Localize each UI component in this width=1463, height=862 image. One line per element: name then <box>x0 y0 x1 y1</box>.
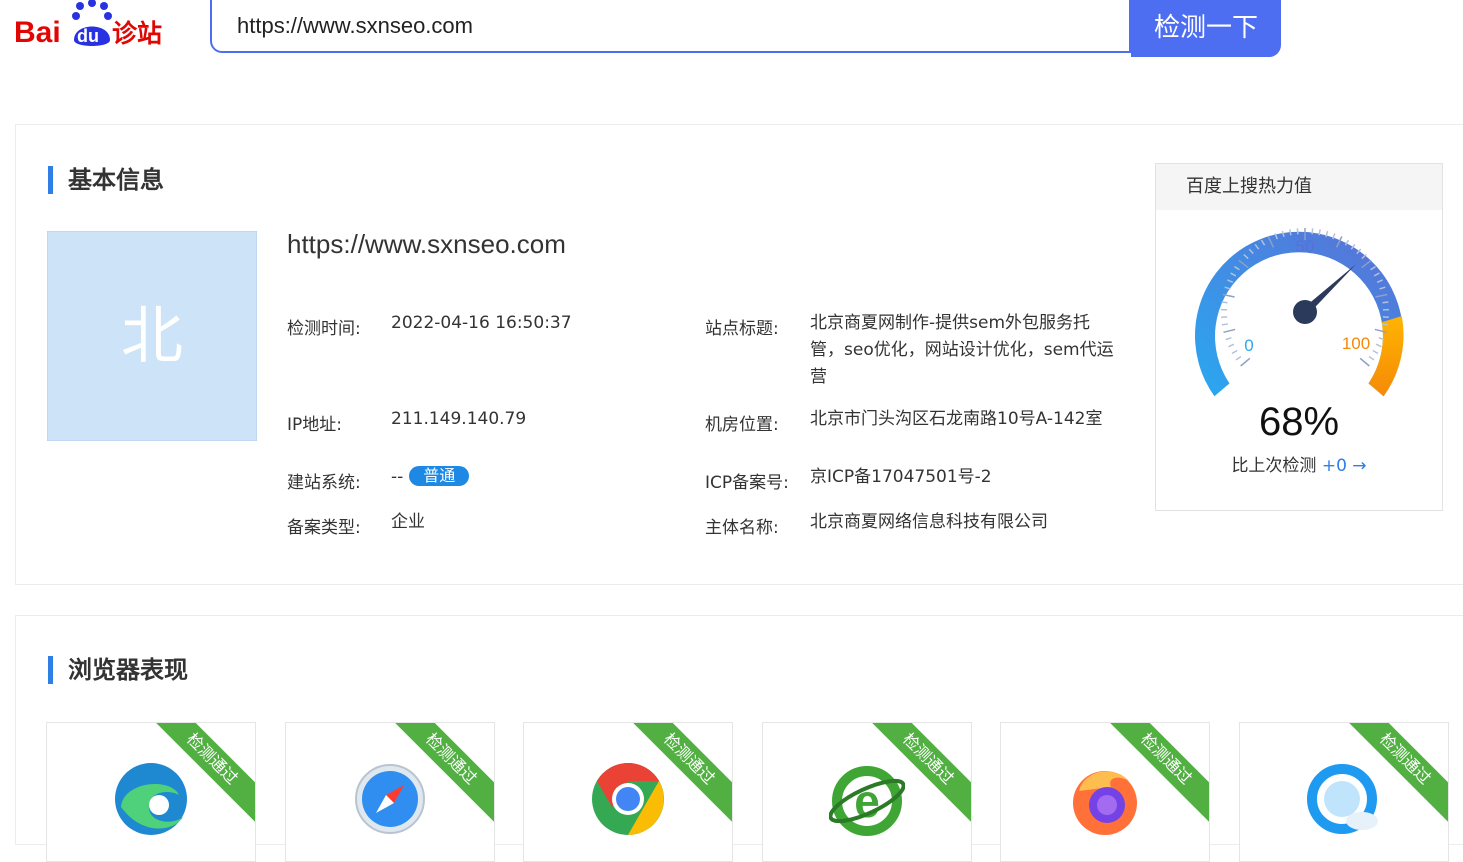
owner-label: 主体名称: <box>705 513 779 538</box>
edge-icon <box>113 761 189 837</box>
gauge-tick-mark <box>1376 344 1381 346</box>
gauge-tick-mark <box>1369 357 1374 360</box>
site-title-label: 站点标题: <box>705 314 779 339</box>
svg-text:诊站: 诊站 <box>112 19 162 48</box>
svg-text:Bai: Bai <box>14 16 61 49</box>
gauge-tick-mark <box>1382 324 1388 325</box>
gauge-title: 百度上搜热力值 <box>1156 164 1442 210</box>
gauge-tick-mark <box>1382 302 1388 303</box>
site-title-value: 北京商夏网制作-提供sem外包服务托管，seo优化，网站设计优化，sem代运营 <box>810 310 1115 391</box>
check-button[interactable]: 检测一下 <box>1131 0 1281 57</box>
gauge-tick-mark <box>1222 324 1228 325</box>
browser-card-ie[interactable]: 检测通过 e <box>762 722 972 862</box>
cms-label: 建站系统: <box>287 468 361 493</box>
heat-gauge-card: 百度上搜热力值 50 0 100 68% 比上次检测 <box>1155 163 1443 511</box>
gauge-tick-mark <box>1290 229 1291 235</box>
location-label: 机房位置: <box>705 410 779 435</box>
check-time-label: 检测时间: <box>287 314 361 339</box>
search-bar: 检测一下 <box>210 0 1281 57</box>
cms-badge: 普通 <box>409 466 469 486</box>
gauge-tick-mark <box>1232 351 1237 354</box>
gauge-tick-50: 50 <box>1296 237 1315 256</box>
gauge-tick-mark <box>1241 358 1250 366</box>
gauge-tick-mark <box>1319 229 1320 235</box>
gauge-tick-mark <box>1360 358 1369 366</box>
gauge-tick-mark <box>1223 329 1235 332</box>
icp-label: ICP备案号: <box>705 468 789 493</box>
chrome-icon <box>590 761 666 837</box>
safari-icon <box>352 761 428 837</box>
basic-info-panel: 基本信息 北 https://www.sxnseo.com 检测时间: 2022… <box>15 124 1463 585</box>
compare-delta[interactable]: +0 → <box>1322 456 1367 476</box>
gauge-tick-0: 0 <box>1244 336 1253 355</box>
baidu-logo[interactable]: Bai du 诊站 <box>14 0 170 52</box>
browser-panel: 浏览器表现 检测通过 检测通过 检测通过 检测通过 <box>15 615 1463 845</box>
heat-gauge: 50 0 100 <box>1156 210 1442 410</box>
gauge-tick-mark <box>1226 338 1232 340</box>
gauge-tick-mark <box>1373 351 1378 354</box>
compare-label: 比上次检测 <box>1231 456 1316 476</box>
location-value: 北京市门头沟区石龙南路10号A-142室 <box>810 406 1102 433</box>
svg-text:du: du <box>77 26 99 46</box>
browser-card-chrome[interactable]: 检测通过 <box>523 722 733 862</box>
cms-value: -- <box>391 467 403 487</box>
gauge-tick-mark <box>1297 228 1298 234</box>
gauge-compare: 比上次检测 +0 → <box>1156 451 1442 476</box>
site-thumbnail: 北 <box>47 231 257 441</box>
basic-info-title: 基本信息 <box>48 166 164 194</box>
record-type-value: 企业 <box>391 509 425 536</box>
gauge-tick-mark <box>1222 302 1228 303</box>
url-input[interactable] <box>210 0 1131 53</box>
ip-value: 211.149.140.79 <box>391 406 526 433</box>
browser-card-qq[interactable]: 检测通过 <box>1239 722 1449 862</box>
check-time-value: 2022-04-16 16:50:37 <box>391 310 572 337</box>
browser-card-safari[interactable]: 检测通过 <box>285 722 495 862</box>
browser-card-edge[interactable]: 检测通过 <box>46 722 256 862</box>
icp-value: 京ICP备17047501号-2 <box>810 464 992 491</box>
ie-icon: e <box>829 761 905 837</box>
gauge-tick-mark <box>1229 344 1234 346</box>
qq-browser-icon <box>1306 761 1382 837</box>
gauge-tick-mark <box>1312 228 1313 234</box>
owner-value: 北京商夏网络信息科技有限公司 <box>810 509 1048 536</box>
cms-row: -- 普通 <box>391 464 469 491</box>
site-url[interactable]: https://www.sxnseo.com <box>287 229 566 260</box>
record-type-label: 备案类型: <box>287 513 361 538</box>
browser-title: 浏览器表现 <box>48 656 188 684</box>
browser-card-firefox[interactable]: 检测通过 <box>1000 722 1210 862</box>
firefox-icon <box>1067 761 1143 837</box>
gauge-value: 68% <box>1156 400 1442 445</box>
gauge-tick-100: 100 <box>1342 334 1370 353</box>
gauge-tick-mark <box>1236 357 1241 360</box>
gauge-needle <box>1293 264 1356 324</box>
ip-label: IP地址: <box>287 410 342 435</box>
